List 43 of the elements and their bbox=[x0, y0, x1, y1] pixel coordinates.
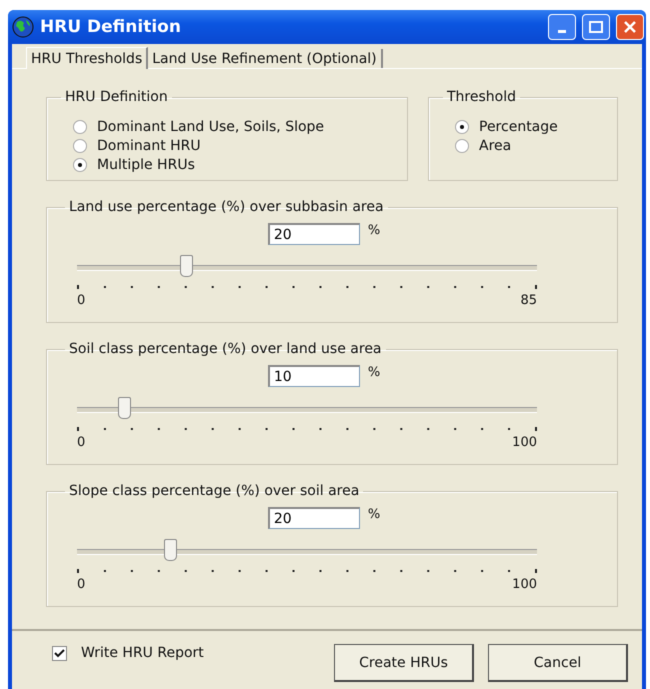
radio-label: Area bbox=[479, 138, 512, 154]
maximize-icon bbox=[589, 21, 603, 33]
minimize-icon bbox=[558, 30, 566, 32]
group-title: Land use percentage (%) over subbasin area bbox=[68, 199, 385, 215]
dialog-button[interactable]: Create HRUs bbox=[334, 644, 474, 682]
checkbox[interactable] bbox=[52, 646, 67, 660]
slider-thumb[interactable] bbox=[118, 397, 131, 419]
radio-label: Dominant HRU bbox=[97, 138, 201, 154]
min-label: 0 bbox=[77, 435, 86, 450]
close-button[interactable] bbox=[616, 14, 644, 40]
unit-label: % bbox=[368, 223, 380, 238]
unit-label: % bbox=[368, 507, 380, 522]
window-title: HRU Definition bbox=[40, 17, 182, 37]
checkbox-label: Write HRU Report bbox=[81, 645, 205, 661]
dialog-button[interactable]: Cancel bbox=[488, 644, 628, 682]
value-field[interactable]: 20 bbox=[268, 507, 360, 529]
max-label: 85 bbox=[520, 293, 537, 308]
group-title: Threshold bbox=[446, 89, 517, 105]
group-title: HRU Definition bbox=[64, 89, 169, 105]
radio-button[interactable] bbox=[73, 120, 87, 134]
slider-thumb[interactable] bbox=[164, 539, 177, 561]
globe-icon bbox=[12, 16, 34, 38]
close-icon bbox=[623, 20, 637, 34]
radio-button[interactable] bbox=[455, 138, 469, 152]
radio-label: Percentage bbox=[479, 118, 558, 134]
value-field[interactable]: 10 bbox=[268, 365, 360, 387]
radio-label: Dominant Land Use, Soils, Slope bbox=[97, 118, 324, 134]
min-label: 0 bbox=[77, 293, 86, 308]
group-title: Soil class percentage (%) over land use area bbox=[68, 341, 383, 357]
radio-button[interactable] bbox=[455, 120, 469, 134]
unit-label: % bbox=[368, 365, 380, 380]
radio-label: Multiple HRUs bbox=[97, 156, 195, 172]
maximize-button[interactable] bbox=[582, 14, 610, 40]
radio-button[interactable] bbox=[73, 158, 87, 172]
slider-thumb[interactable] bbox=[180, 255, 194, 277]
tab[interactable]: HRU Thresholds bbox=[26, 47, 148, 69]
max-label: 100 bbox=[512, 435, 537, 450]
minimize-button[interactable] bbox=[548, 14, 576, 40]
value-field[interactable]: 20 bbox=[268, 223, 360, 245]
group-title: Slope class percentage (%) over soil area bbox=[68, 483, 360, 499]
max-label: 100 bbox=[512, 577, 537, 592]
min-label: 0 bbox=[77, 577, 86, 592]
radio-button[interactable] bbox=[73, 138, 87, 152]
